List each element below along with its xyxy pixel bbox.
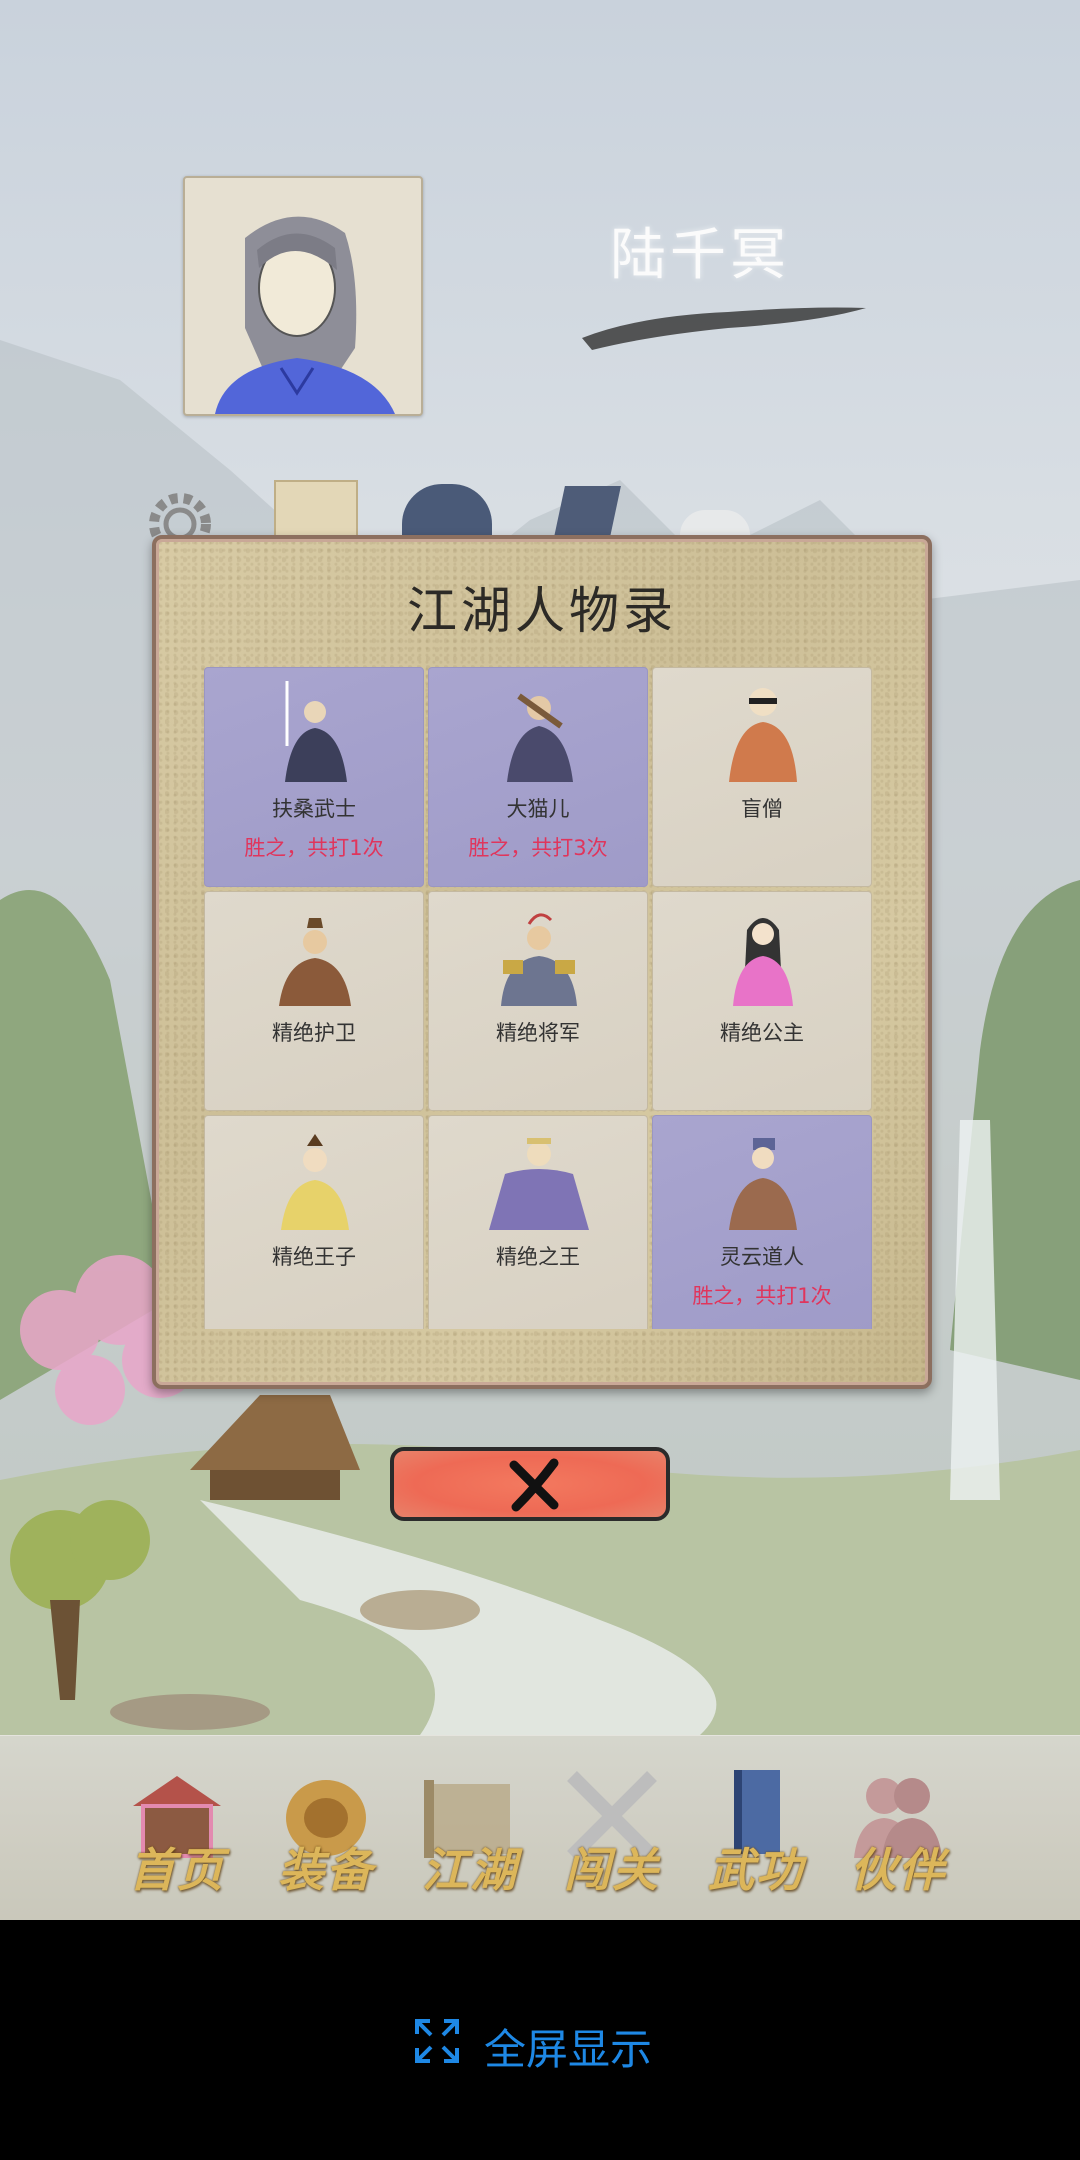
nav-item-partners[interactable]: 伙伴 bbox=[828, 1736, 968, 1920]
character-record-dialog: 江湖人物录 扶桑武士 胜之，共打1次 大猫儿 胜之，共打3次 盲僧 精绝护卫 精… bbox=[152, 535, 932, 1389]
guard-figure bbox=[279, 918, 351, 1006]
nav-item-home[interactable]: 首页 bbox=[107, 1736, 247, 1920]
character-card[interactable]: 精绝王子 bbox=[204, 1115, 424, 1329]
character-name: 精绝公主 bbox=[720, 1021, 804, 1045]
character-card[interactable]: 灵云道人 胜之，共打1次 bbox=[652, 1115, 872, 1329]
samurai-figure bbox=[285, 681, 347, 782]
brush-stroke-decoration bbox=[582, 307, 866, 350]
king-figure bbox=[489, 1138, 589, 1230]
character-name: 大猫儿 bbox=[506, 797, 570, 821]
princess-figure bbox=[733, 918, 793, 1006]
character-card[interactable]: 精绝将军 bbox=[428, 891, 648, 1111]
nav-label: 首页 bbox=[129, 1843, 225, 1897]
dialog-title: 江湖人物录 bbox=[407, 582, 677, 640]
big-cat-figure bbox=[507, 693, 573, 782]
nav-label: 江湖 bbox=[422, 1843, 518, 1897]
player-name: 陆千冥 bbox=[610, 223, 790, 288]
character-grid[interactable]: 扶桑武士 胜之，共打1次 大猫儿 胜之，共打3次 盲僧 精绝护卫 精绝将军 精绝… bbox=[204, 667, 882, 1329]
close-icon bbox=[509, 1458, 559, 1512]
character-name: 精绝护卫 bbox=[272, 1021, 356, 1045]
nav-item-martial-arts[interactable]: 武功 bbox=[686, 1736, 826, 1920]
game-scene: 陆千冥 江湖人物录 扶桑武士 胜之，共打1次 大猫儿 胜之，共打3次 盲僧 精绝… bbox=[0, 0, 1080, 1920]
battle-record: 胜之，共打1次 bbox=[244, 836, 384, 860]
blind-monk-figure bbox=[729, 688, 797, 782]
player-avatar[interactable] bbox=[183, 176, 423, 416]
taoist-figure bbox=[729, 1138, 797, 1230]
battle-record: 胜之，共打1次 bbox=[692, 1284, 832, 1308]
general-figure bbox=[501, 913, 577, 1006]
character-name: 精绝将军 bbox=[496, 1021, 580, 1045]
fullscreen-label: 全屏显示 bbox=[484, 2025, 653, 2074]
character-card[interactable]: 大猫儿 胜之，共打3次 bbox=[428, 667, 648, 887]
battle-record: 胜之，共打3次 bbox=[468, 836, 608, 860]
nav-item-equipment[interactable]: 装备 bbox=[256, 1736, 396, 1920]
nav-item-challenge[interactable]: 闯关 bbox=[542, 1736, 682, 1920]
character-name: 扶桑武士 bbox=[272, 797, 356, 821]
close-button[interactable] bbox=[390, 1447, 670, 1521]
bottom-nav: 首页 装备 江湖 闯关 武功 伙伴 bbox=[0, 1735, 1080, 1920]
nav-label: 武功 bbox=[708, 1843, 804, 1897]
character-name: 盲僧 bbox=[741, 797, 783, 821]
nav-label: 伙伴 bbox=[850, 1843, 946, 1897]
character-card[interactable]: 精绝之王 bbox=[428, 1115, 648, 1329]
nav-label: 闯关 bbox=[564, 1843, 660, 1897]
character-card[interactable]: 盲僧 bbox=[652, 667, 872, 887]
character-card[interactable]: 精绝护卫 bbox=[204, 891, 424, 1111]
prince-figure bbox=[281, 1134, 349, 1230]
swordsman-portrait bbox=[215, 216, 395, 414]
nav-label: 装备 bbox=[278, 1843, 374, 1897]
character-card[interactable]: 扶桑武士 胜之，共打1次 bbox=[204, 667, 424, 887]
character-name: 灵云道人 bbox=[720, 1245, 804, 1269]
character-name: 精绝王子 bbox=[272, 1245, 356, 1269]
character-name: 精绝之王 bbox=[496, 1245, 580, 1269]
nav-item-jianghu[interactable]: 江湖 bbox=[400, 1736, 540, 1920]
character-card[interactable]: 精绝公主 bbox=[652, 891, 872, 1111]
expand-icon bbox=[415, 2019, 459, 2063]
